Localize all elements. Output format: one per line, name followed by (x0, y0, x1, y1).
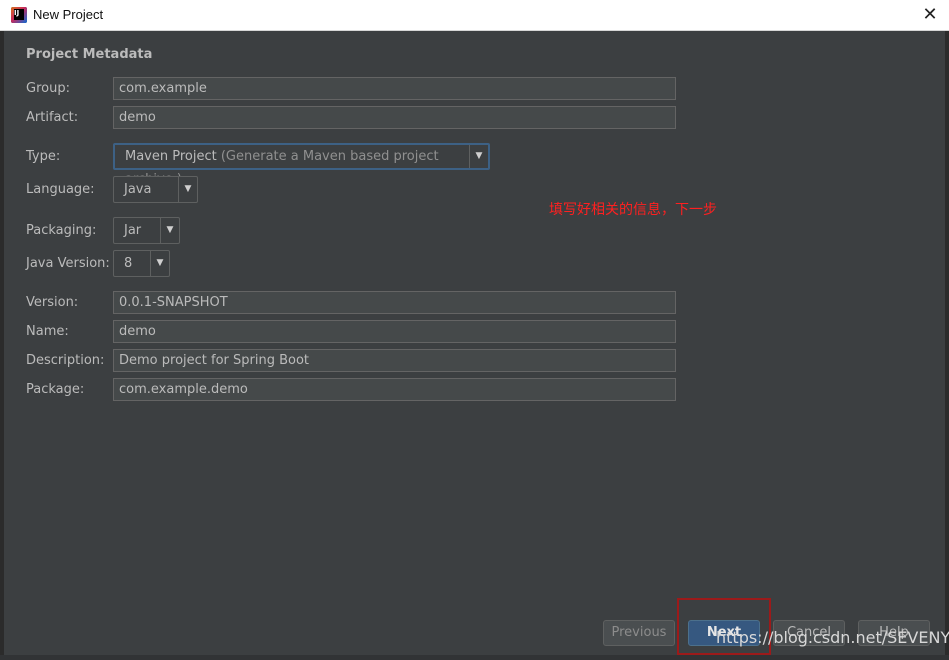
version-label: Version: (26, 295, 79, 310)
intellij-idea-icon (11, 7, 27, 23)
artifact-label: Artifact: (26, 110, 79, 125)
java-version-label: Java Version: (26, 256, 110, 271)
type-select[interactable]: Maven Project (Generate a Maven based pr… (113, 143, 490, 187)
language-value: Java (124, 182, 152, 197)
title-bar: New Project ✕ (0, 0, 949, 31)
chevron-down-icon[interactable]: ▼ (160, 218, 179, 243)
version-field[interactable]: 0.0.1-SNAPSHOT (113, 291, 676, 314)
close-icon[interactable]: ✕ (917, 3, 943, 27)
name-field[interactable]: demo (113, 320, 676, 343)
section-title: Project Metadata (26, 47, 153, 62)
java-version-select[interactable]: 8 ▼ (113, 250, 170, 277)
packaging-label: Packaging: (26, 223, 97, 238)
packaging-value: Jar (124, 223, 142, 238)
chevron-down-icon[interactable]: ▼ (150, 251, 169, 276)
packaging-select[interactable]: Jar ▼ (113, 217, 180, 244)
language-select[interactable]: Java ▼ (113, 176, 198, 203)
type-value: Maven Project (125, 149, 221, 164)
language-label: Language: (26, 182, 95, 197)
group-field[interactable]: com.example (113, 77, 676, 100)
previous-button[interactable]: Previous (603, 620, 675, 646)
package-label: Package: (26, 382, 85, 397)
left-edge (0, 31, 4, 660)
chevron-down-icon[interactable]: ▼ (178, 177, 197, 202)
package-field[interactable]: com.example.demo (113, 378, 676, 401)
name-label: Name: (26, 324, 69, 339)
watermark-text: https://blog.csdn.net/SEVENY_ (716, 628, 949, 647)
java-version-value: 8 (124, 256, 133, 271)
right-edge (945, 31, 949, 660)
group-label: Group: (26, 81, 70, 96)
chevron-down-icon[interactable]: ▼ (469, 145, 488, 168)
window-title: New Project (33, 7, 104, 22)
annotation-text: 填写好相关的信息，下一步 (549, 202, 717, 218)
description-field[interactable]: Demo project for Spring Boot (113, 349, 676, 372)
artifact-field[interactable]: demo (113, 106, 676, 129)
type-label: Type: (26, 149, 61, 164)
description-label: Description: (26, 353, 105, 368)
bottom-edge (0, 655, 949, 660)
